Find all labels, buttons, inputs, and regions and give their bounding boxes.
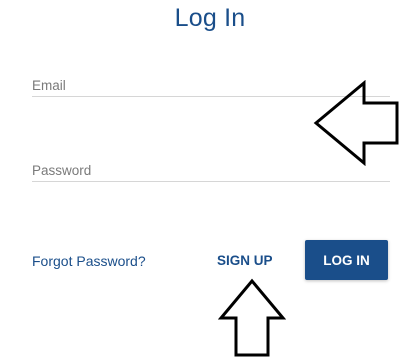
left-arrow-icon <box>313 80 399 166</box>
sign-up-button[interactable]: SIGN UP <box>217 253 273 268</box>
page-title: Log In <box>174 4 246 32</box>
password-field[interactable] <box>32 179 390 182</box>
up-arrow-icon <box>218 278 286 357</box>
log-in-button[interactable]: LOG IN <box>305 240 388 280</box>
forgot-password-link[interactable]: Forgot Password? <box>32 253 146 269</box>
